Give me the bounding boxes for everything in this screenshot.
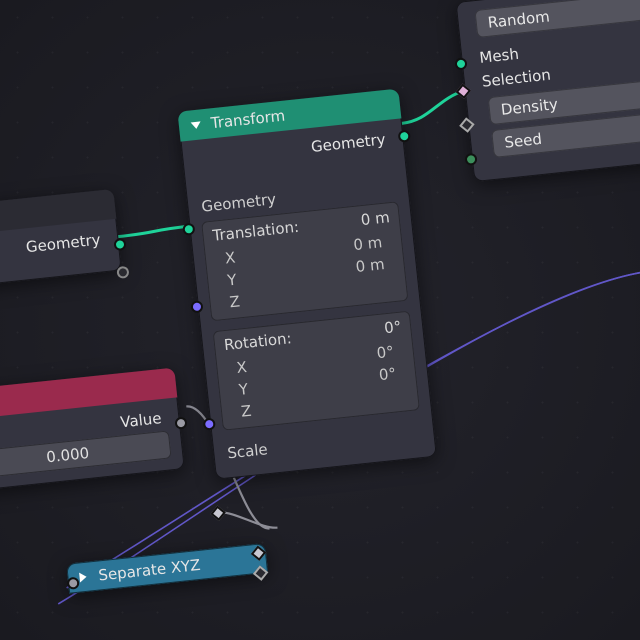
rotation-label: Rotation: [223,329,292,354]
rotation-value: 0° [383,318,402,338]
value-node[interactable]: alue Value 0.000 [0,368,185,493]
translation-group[interactable]: Translation: 0 m X 0 m Y 0 m Z [201,201,408,321]
rotation-z-value [397,386,399,404]
rotation-x-label: X [236,358,248,377]
socket-transform-out-geometry[interactable] [398,130,411,143]
translation-z-value [386,277,388,295]
rotation-y-label: Y [238,380,249,399]
transform-input-geometry-label: Geometry [201,190,277,216]
socket-value-output[interactable] [174,416,187,429]
translation-x-label: X [224,249,236,268]
socket-output-geometry[interactable] [113,238,126,251]
translation-x-value: 0 m [352,233,383,254]
rotation-y-value: 0° [378,364,397,384]
value-output-label: Value [119,409,162,431]
group-input-output-geometry-label: Geometry [25,231,101,257]
transform-input-scale-label: Scale [226,440,268,462]
translation-value: 0 m [360,208,391,229]
separate-xyz-node[interactable]: Separate XYZ [66,543,268,594]
chevron-down-icon [191,121,202,129]
socket-transform-in-scale[interactable] [210,505,225,520]
chevron-right-icon [79,572,87,583]
translation-y-value: 0 m [355,255,386,276]
transform-output-geometry-label: Geometry [310,130,386,156]
group-input-node[interactable]: put Geometry [0,189,122,290]
rotation-z-label: Z [240,402,252,421]
rotation-x-value: 0° [376,343,395,363]
separate-xyz-title: Separate XYZ [98,556,202,585]
transform-node[interactable]: Transform Geometry Geometry Translation:… [177,89,436,480]
rotation-group[interactable]: Rotation: 0° X 0° Y 0° Z [213,311,420,431]
transform-title: Transform [210,107,286,133]
socket-output-empty[interactable] [116,266,129,279]
translation-z-label: Z [229,292,241,311]
separate-xyz-header[interactable]: Separate XYZ [66,543,268,594]
distribute-node[interactable]: Random Mesh Selection Density Seed [456,0,640,182]
distribute-input-mesh-label: Mesh [479,45,520,67]
translation-y-label: Y [226,271,237,290]
